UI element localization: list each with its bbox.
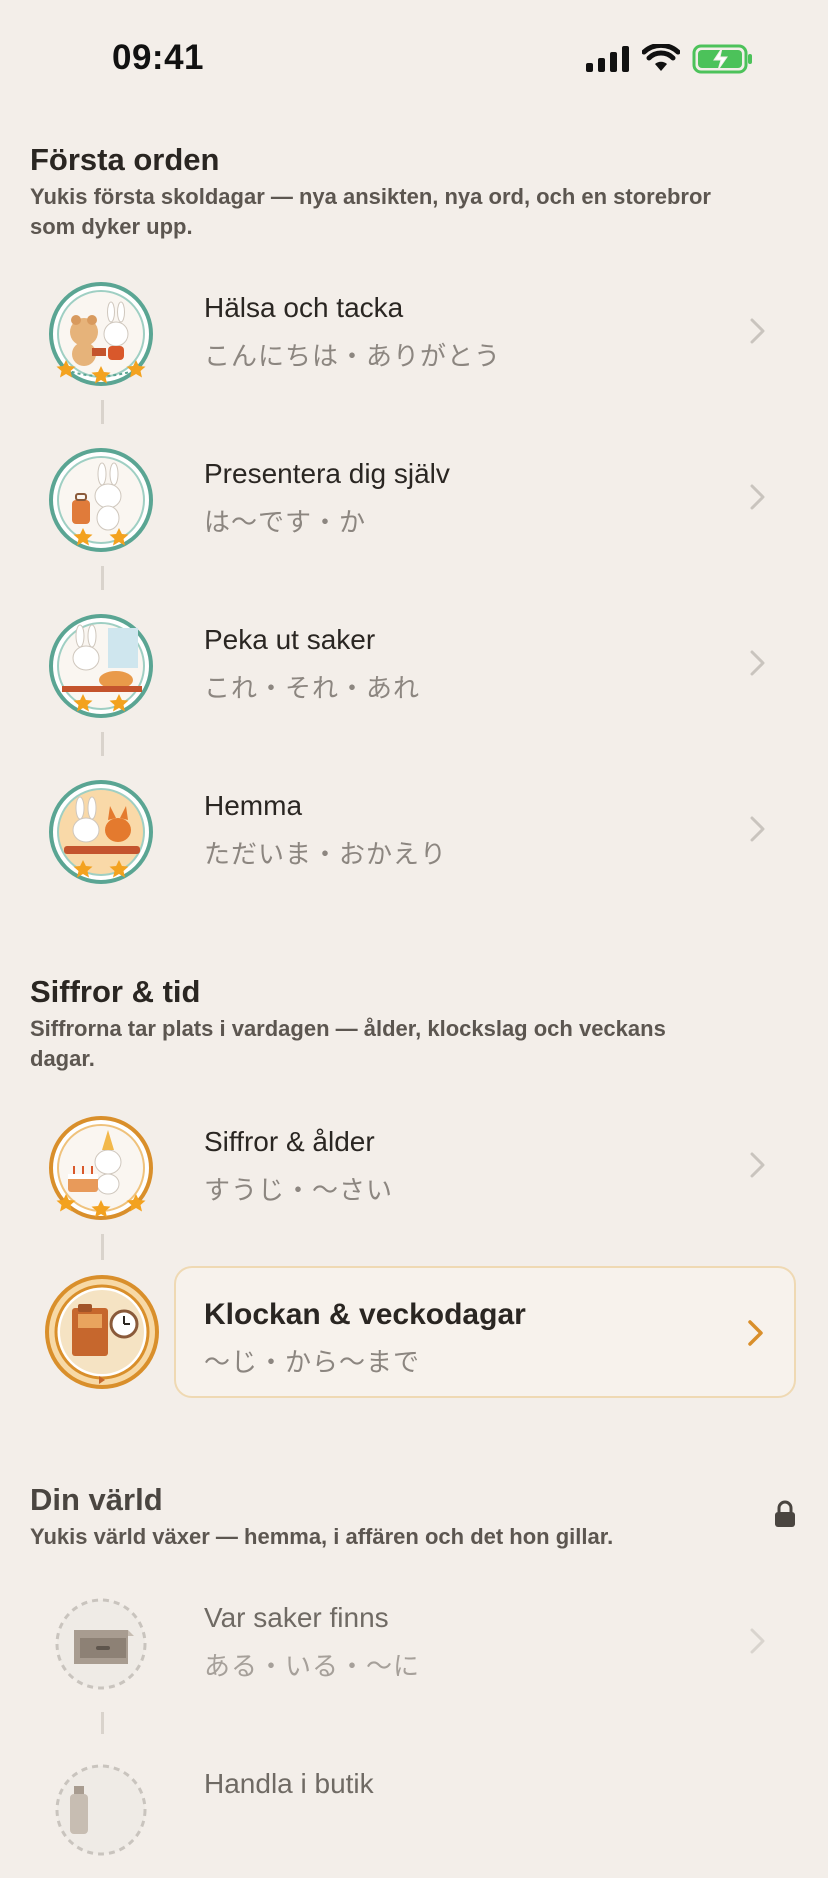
lesson-badge-icon [49, 780, 153, 884]
lesson-badge-icon [49, 448, 153, 552]
lesson-badge-icon [45, 1275, 159, 1389]
battery-charging-icon [692, 44, 752, 74]
section-title: Siffror & tid [30, 974, 201, 1009]
wifi-icon [642, 44, 680, 71]
lesson-row-siffror-och-alder[interactable]: Siffror & ålder すうじ・〜さい [0, 1096, 828, 1236]
lesson-badge-icon [49, 282, 153, 386]
section-title: Första orden [30, 142, 220, 177]
lesson-row-peka-ut-saker[interactable]: Peka ut saker これ・それ・あれ [0, 594, 828, 734]
lesson-title: Presentera dig själv [204, 458, 450, 489]
path-connector [101, 566, 104, 590]
lesson-row-halsa-och-tacka[interactable]: Hälsa och tacka こんにちは・ありがとう [0, 262, 828, 402]
path-connector [101, 400, 104, 424]
section-title: Din värld [30, 1482, 163, 1517]
chevron-right-icon [750, 1152, 765, 1178]
lesson-title: Var saker finns [204, 1602, 389, 1633]
lesson-subtitle: これ・それ・あれ [204, 673, 421, 703]
chevron-right-icon [750, 484, 765, 510]
section-subtitle: Siffrorna tar plats i vardagen — ålder, … [30, 1016, 666, 1071]
lesson-row-var-saker-finns[interactable]: Var saker finns ある・いる・〜に [0, 1572, 828, 1712]
status-time: 09:41 [112, 38, 205, 77]
lesson-row-handla-i-butik[interactable]: Handla i butik [0, 1738, 828, 1878]
lesson-subtitle: は〜です・か [204, 507, 367, 537]
lesson-subtitle: すうじ・〜さい [204, 1175, 394, 1205]
lesson-title: Peka ut saker [204, 624, 376, 655]
chevron-right-icon [748, 1320, 763, 1346]
path-connector [101, 1234, 104, 1260]
lesson-subtitle: ただいま・おかえり [204, 839, 448, 869]
chevron-right-icon [750, 650, 765, 676]
cellular-signal-icon [586, 46, 629, 72]
lesson-title: Siffror & ålder [204, 1126, 375, 1157]
path-connector [101, 1712, 104, 1734]
lesson-title: Hemma [204, 790, 303, 821]
lesson-subtitle: 〜じ・から〜まで [204, 1347, 421, 1377]
chevron-right-icon [750, 318, 765, 344]
chevron-right-icon [750, 1628, 765, 1654]
section-subtitle: Yukis värld växer — hemma, i affären och… [30, 1524, 614, 1549]
bottle-icon [55, 1764, 147, 1856]
lesson-title: Klockan & veckodagar [204, 1298, 526, 1331]
chevron-right-icon [750, 816, 765, 842]
section-subtitle: Yukis första skoldagar — nya ansikten, n… [30, 184, 711, 239]
lesson-badge-icon [49, 614, 153, 718]
lesson-subtitle: こんにちは・ありがとう [204, 341, 502, 371]
lesson-row-klockan-och-veckodagar[interactable]: Klockan & veckodagar 〜じ・から〜まで [0, 1266, 828, 1402]
lesson-title: Hälsa och tacka [204, 292, 404, 323]
drawer-icon [55, 1598, 147, 1690]
lock-icon [775, 1500, 795, 1527]
path-connector [101, 732, 104, 756]
lesson-subtitle: ある・いる・〜に [204, 1651, 421, 1681]
lesson-title: Handla i butik [204, 1768, 374, 1799]
current-lesson-card[interactable]: Klockan & veckodagar 〜じ・から〜まで [174, 1266, 796, 1398]
lesson-row-presentera-dig-sjalv[interactable]: Presentera dig själv は〜です・か [0, 428, 828, 568]
lesson-row-hemma[interactable]: Hemma ただいま・おかえり [0, 760, 828, 900]
lesson-badge-icon [49, 1116, 153, 1220]
status-bar: 09:41 [0, 0, 828, 120]
